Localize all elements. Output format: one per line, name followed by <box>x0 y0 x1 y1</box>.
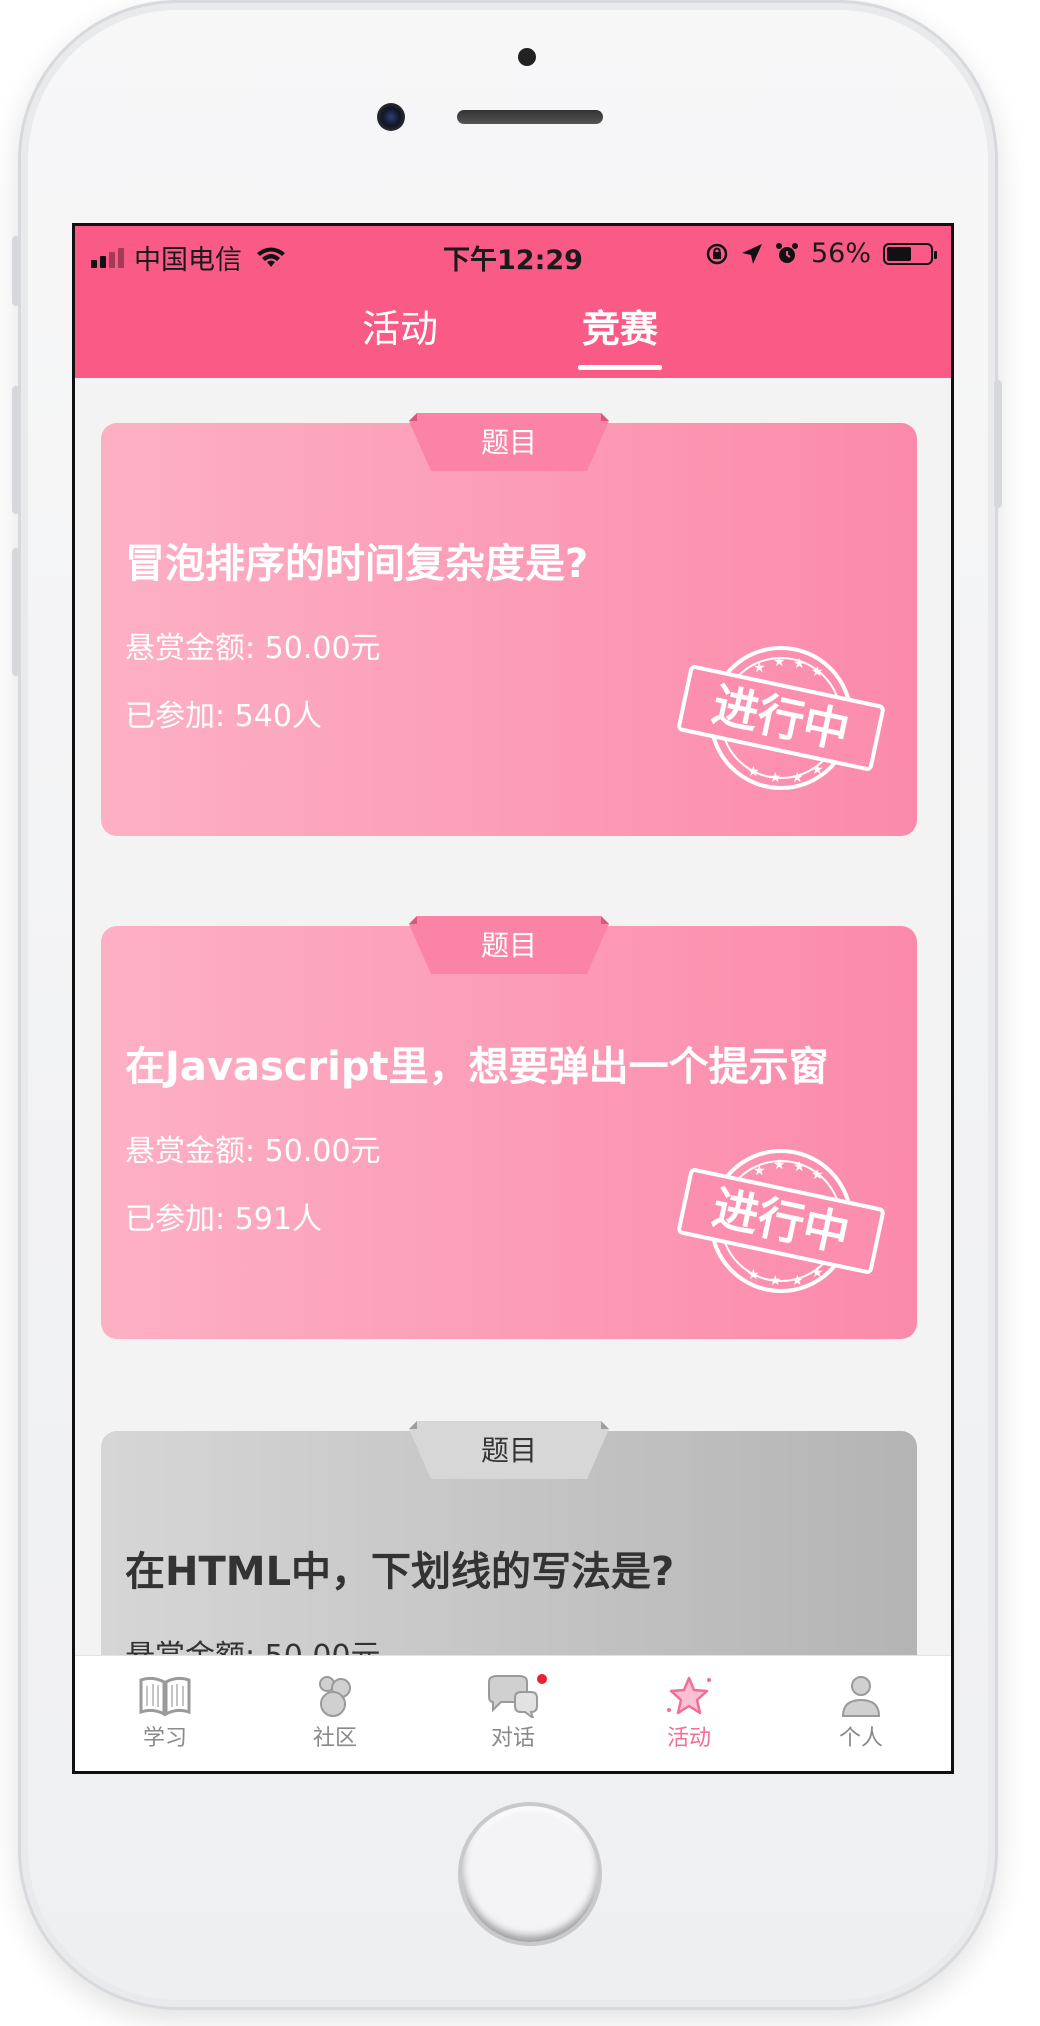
in-progress-stamp: ★ ★ ★ ★ ★ ★ ★ ★ 进行中 <box>677 646 885 790</box>
power-button <box>994 380 1002 508</box>
chat-badge <box>537 1674 547 1684</box>
location-arrow-icon <box>741 243 762 264</box>
proximity-sensor <box>518 48 536 66</box>
rotation-lock-icon <box>706 243 728 264</box>
nav-item-activities[interactable]: 活动 <box>629 1674 749 1752</box>
svg-text:★: ★ <box>793 656 806 672</box>
svg-text:★: ★ <box>773 654 786 670</box>
reward-amount: 悬赏金额: 50.00元 <box>125 1134 381 1169</box>
battery-icon <box>883 242 937 265</box>
svg-text:★: ★ <box>773 1157 786 1173</box>
earpiece-speaker <box>457 110 603 124</box>
tab-activities[interactable]: 活动 <box>320 298 480 353</box>
nav-item-study[interactable]: 学习 <box>105 1674 225 1752</box>
battery-percent: 56% <box>810 238 871 269</box>
volume-up-button <box>12 386 20 514</box>
app-header: 中国电信 下午12:29 56% 活动 竞赛 <box>75 226 951 378</box>
svg-text:★: ★ <box>747 1267 760 1283</box>
active-tab-indicator <box>578 365 662 370</box>
svg-text:★: ★ <box>811 1167 824 1183</box>
front-camera <box>377 103 405 131</box>
alarm-icon <box>775 242 798 263</box>
person-icon <box>841 1676 881 1717</box>
volume-down-button <box>12 548 20 676</box>
home-button[interactable] <box>458 1802 602 1946</box>
svg-text:★: ★ <box>753 660 766 676</box>
bubbles-icon <box>319 1676 351 1717</box>
status-bar: 中国电信 下午12:29 56% <box>75 226 951 282</box>
book-icon <box>139 1676 191 1717</box>
svg-text:★: ★ <box>769 1273 782 1289</box>
question-tag: 题目 <box>409 1421 609 1479</box>
participant-count: 已参加: 540人 <box>125 699 322 734</box>
question-title: 冒泡排序的时间复杂度是? <box>125 541 589 587</box>
chat-icon <box>488 1675 538 1718</box>
in-progress-stamp: ★ ★ ★ ★ ★ ★ ★ ★ 进行中 <box>677 1149 885 1293</box>
competition-card[interactable]: 题目 冒泡排序的时间复杂度是? 悬赏金额: 50.00元 已参加: 540人 ★… <box>101 413 917 836</box>
question-tag: 题目 <box>409 413 609 471</box>
svg-text:★: ★ <box>811 1265 824 1281</box>
nav-item-chat[interactable]: 对话 <box>453 1674 573 1752</box>
svg-text:★: ★ <box>811 664 824 680</box>
question-title: 在Javascript里，想要弹出一个提示窗 <box>125 1044 829 1090</box>
svg-text:★: ★ <box>769 770 782 786</box>
svg-text:★: ★ <box>811 762 824 778</box>
participant-count: 已参加: 591人 <box>125 1202 322 1237</box>
tab-competitions[interactable]: 竞赛 <box>540 298 700 370</box>
competition-card[interactable]: 题目 在Javascript里，想要弹出一个提示窗 悬赏金额: 50.00元 已… <box>101 916 917 1339</box>
svg-text:★: ★ <box>747 764 760 780</box>
app-screen: 中国电信 下午12:29 56% 活动 竞赛 题目 冒泡排序的时间复杂度是? 悬… <box>72 223 954 1774</box>
nav-item-community[interactable]: 社区 <box>275 1674 395 1752</box>
tab-activities-label: 活动 <box>361 307 438 351</box>
svg-text:★: ★ <box>793 1159 806 1175</box>
question-title: 在HTML中，下划线的写法是? <box>125 1549 675 1595</box>
svg-text:★: ★ <box>753 1163 766 1179</box>
tab-competitions-label: 竞赛 <box>581 307 658 351</box>
mute-switch <box>12 236 20 306</box>
question-tag: 题目 <box>409 916 609 974</box>
reward-amount: 悬赏金额: 50.00元 <box>125 631 381 666</box>
top-tabs: 活动 竞赛 <box>75 298 951 370</box>
bottom-nav: 学习 社区 对话 活动 个人 <box>75 1655 951 1771</box>
star-icon <box>667 1676 711 1715</box>
nav-item-profile[interactable]: 个人 <box>801 1674 921 1752</box>
svg-text:★: ★ <box>791 770 804 786</box>
competition-list: 题目 冒泡排序的时间复杂度是? 悬赏金额: 50.00元 已参加: 540人 ★… <box>75 378 951 1771</box>
svg-text:★: ★ <box>791 1273 804 1289</box>
